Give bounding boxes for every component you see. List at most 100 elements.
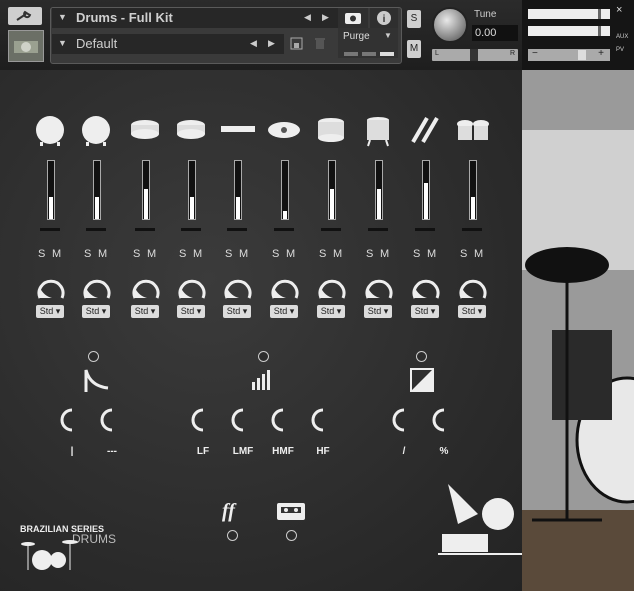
eq-knob[interactable] [231,408,255,432]
velocity-curve-knob[interactable] [411,272,441,302]
wrench-button[interactable] [8,7,42,25]
volume-plus[interactable]: + [598,48,604,59]
channel-solo-button[interactable]: S [225,248,232,260]
dynamics-led[interactable] [227,530,238,541]
velocity-curve-knob[interactable] [223,272,253,302]
channel-solo-button[interactable]: S [133,248,140,260]
channel-solo-button[interactable]: S [319,248,326,260]
eq-knob[interactable] [311,408,335,432]
volume-fader[interactable] [234,160,242,220]
curve-select-button[interactable]: Std ▾ [364,305,392,318]
volume-minus[interactable]: − [532,48,538,59]
info-button[interactable]: i [370,8,398,28]
tape-led[interactable] [286,530,297,541]
volume-fader[interactable] [142,160,150,220]
transient-led[interactable] [88,351,99,362]
curve-select-button[interactable]: Std ▾ [223,305,251,318]
volume-fader[interactable] [375,160,383,220]
volume-fader[interactable] [47,160,55,220]
curve-select-button[interactable]: Std ▾ [36,305,64,318]
close-button[interactable]: × [616,4,622,16]
aux-button[interactable]: AUX [616,34,628,40]
channel-mute-button[interactable]: M [286,248,295,260]
solo-button[interactable]: S [407,10,421,28]
curve-select-button[interactable]: Std ▾ [131,305,159,318]
velocity-curve-knob[interactable] [317,272,347,302]
mute-button[interactable]: M [407,40,421,58]
tune-value[interactable]: 0.00 [472,25,518,41]
curve-select-button[interactable]: Std ▾ [317,305,345,318]
fader-handle[interactable] [321,228,341,231]
velocity-curve-knob[interactable] [364,272,394,302]
prev-preset-icon[interactable]: ◀ [250,38,257,49]
channel-mute-button[interactable]: M [474,248,483,260]
instrument-menu-icon[interactable]: ▼ [58,12,67,22]
next-instrument-icon[interactable]: ▶ [322,12,329,23]
instrument-thumbnail[interactable] [8,30,44,62]
curve-select-button[interactable]: Std ▾ [177,305,205,318]
fader-handle[interactable] [40,228,60,231]
velocity-curve-knob[interactable] [82,272,112,302]
channel-mute-button[interactable]: M [193,248,202,260]
fader-handle[interactable] [86,228,106,231]
channel-mute-button[interactable]: M [427,248,436,260]
transient-knob[interactable] [100,408,124,432]
eq-knob[interactable] [271,408,295,432]
dynamics-ff-icon[interactable]: ff [222,500,235,523]
fader-handle[interactable] [462,228,482,231]
channel-mute-button[interactable]: M [52,248,61,260]
eq-led[interactable] [258,351,269,362]
snapshot-button[interactable] [338,8,368,28]
channel-solo-button[interactable]: S [38,248,45,260]
volume-fader[interactable] [469,160,477,220]
channel-solo-button[interactable]: S [460,248,467,260]
curve-select-button[interactable]: Std ▾ [270,305,298,318]
fader-handle[interactable] [135,228,155,231]
channel-mute-button[interactable]: M [380,248,389,260]
eq-knob[interactable] [191,408,215,432]
volume-fader[interactable] [93,160,101,220]
tune-knob[interactable] [432,7,468,43]
velocity-curve-knob[interactable] [36,272,66,302]
next-preset-icon[interactable]: ▶ [268,38,275,49]
channel-mute-button[interactable]: M [147,248,156,260]
preset-row[interactable]: ▼ Default ◀ ▶ [52,34,284,54]
channel-mute-button[interactable]: M [333,248,342,260]
output-volume-slider[interactable]: − + [528,48,610,61]
fader-handle[interactable] [415,228,435,231]
channel-solo-button[interactable]: S [272,248,279,260]
prev-instrument-icon[interactable]: ◀ [304,12,311,23]
velocity-curve-knob[interactable] [458,272,488,302]
compressor-knob[interactable] [432,408,456,432]
fader-handle[interactable] [227,228,247,231]
tape-icon[interactable] [276,502,306,527]
compressor-led[interactable] [416,351,427,362]
channel-solo-button[interactable]: S [84,248,91,260]
curve-select-button[interactable]: Std ▾ [458,305,486,318]
instrument-name-row[interactable]: ▼ Drums - Full Kit ◀ ▶ [52,8,338,28]
volume-fader[interactable] [188,160,196,220]
fader-handle[interactable] [274,228,294,231]
compressor-knob[interactable] [392,408,416,432]
preset-menu-icon[interactable]: ▼ [58,38,67,48]
volume-fader[interactable] [328,160,336,220]
velocity-curve-knob[interactable] [131,272,161,302]
fader-handle[interactable] [181,228,201,231]
curve-select-button[interactable]: Std ▾ [82,305,110,318]
channel-mute-button[interactable]: M [98,248,107,260]
channel-solo-button[interactable]: S [413,248,420,260]
delete-icon[interactable] [314,37,326,55]
channel-solo-button[interactable]: S [179,248,186,260]
volume-handle[interactable] [578,50,586,60]
pan-handle[interactable] [470,49,478,61]
pv-button[interactable]: PV [616,47,624,53]
pan-slider[interactable]: L R [432,49,518,61]
velocity-curve-knob[interactable] [177,272,207,302]
fader-handle[interactable] [368,228,388,231]
save-icon[interactable] [290,37,303,55]
transient-knob[interactable] [60,408,84,432]
channel-solo-button[interactable]: S [366,248,373,260]
volume-fader[interactable] [422,160,430,220]
curve-select-button[interactable]: Std ▾ [411,305,439,318]
channel-mute-button[interactable]: M [239,248,248,260]
